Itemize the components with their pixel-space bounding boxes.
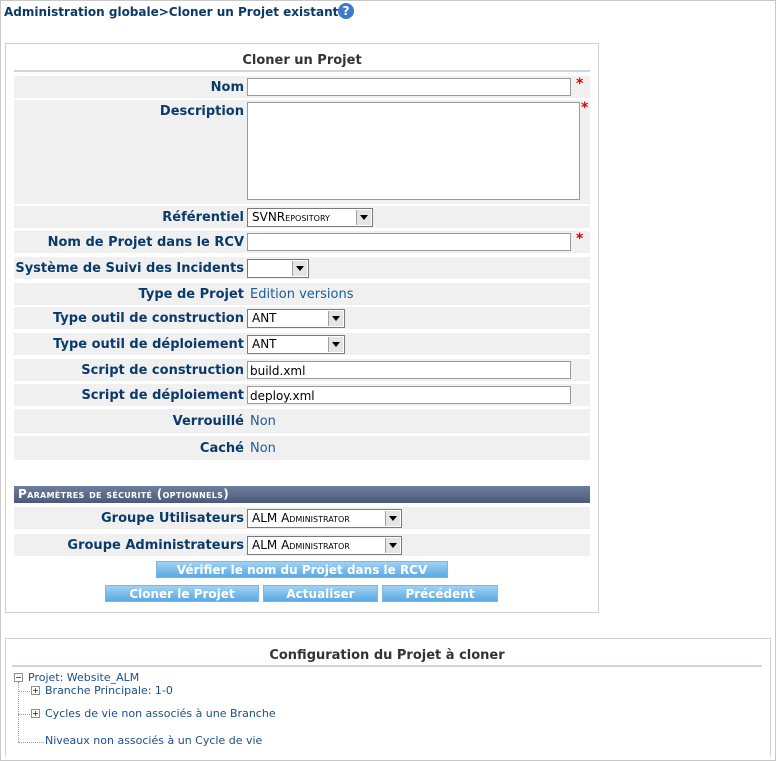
row-script-deploiement: Script de déploiement deploy.xml [14,384,590,406]
chevron-down-icon[interactable] [328,337,343,352]
groupe-admins-label: Groupe Administrateurs [67,538,244,553]
collapse-icon[interactable]: − [14,673,23,682]
outil-deploiement-label: Type outil de déploiement [53,337,244,352]
incidents-label: Système de Suivi des Incidents [15,261,244,276]
incidents-select[interactable] [247,259,309,278]
tree-line [18,742,44,743]
type-projet-value: Edition versions [250,287,354,302]
tree-item-cycles[interactable]: Cycles de vie non associés à une Branche [45,707,276,720]
chevron-down-icon[interactable] [328,311,343,326]
row-referentiel: Référentiel SVNRepository [14,206,590,228]
outil-construction-select[interactable]: ANT [247,309,345,328]
verrouille-label: Verrouillé [172,414,244,429]
groupe-utilisateurs-select[interactable]: ALM Administrator [247,509,402,528]
row-verrouille: Verrouillé Non [14,409,590,433]
cache-label: Caché [199,441,244,456]
type-projet-label: Type de Projet [138,287,244,302]
expand-icon[interactable]: + [31,686,40,695]
row-script-construction: Script de construction build.xml [14,359,590,381]
row-nom: Nom * [14,76,590,98]
rcv-input[interactable] [247,233,571,251]
security-header: Paramètres de sécurité (optionnels) [14,486,590,503]
chevron-down-icon[interactable] [385,538,400,553]
panel-title: Cloner un Projet [14,52,590,72]
required-mark: * [581,100,589,116]
config-panel: Configuration du Projet à cloner − Proje… [5,638,771,757]
referentiel-value: SVNRepository [252,210,330,224]
script-construction-input[interactable]: build.xml [247,361,571,379]
outil-construction-label: Type outil de construction [52,311,244,326]
refresh-button[interactable]: Actualiser [263,585,378,602]
row-groupe-utilisateurs: Groupe Utilisateurs ALM Administrator [14,507,590,529]
previous-button[interactable]: Précédent [382,585,498,602]
groupe-utilisateurs-value: ALM Administrator [252,511,350,525]
referentiel-label: Référentiel [162,210,244,225]
tree-root-project[interactable]: Projet: Website_ALM [28,671,139,684]
row-description: Description * [14,100,590,204]
breadcrumb[interactable]: Administration globale>Cloner un Projet … [4,5,338,19]
tree-item-niveaux[interactable]: Niveaux non associés à un Cycle de vie [45,734,262,747]
row-rcv: Nom de Projet dans le RCV * [14,231,590,253]
outil-construction-value: ANT [252,311,277,325]
script-deploiement-input[interactable]: deploy.xml [247,386,571,404]
verrouille-value: Non [250,414,276,429]
clone-project-panel: Cloner un Projet Nom * Description * Réf… [5,43,599,613]
row-groupe-admins: Groupe Administrateurs ALM Administrator [14,534,590,556]
groupe-admins-value: ALM Administrator [252,538,350,552]
script-construction-label: Script de construction [81,363,244,378]
description-label: Description [159,104,244,119]
cache-value: Non [250,441,276,456]
expand-icon[interactable]: + [31,709,40,718]
chevron-down-icon[interactable] [385,511,400,526]
script-deploiement-label: Script de déploiement [81,388,244,403]
row-cache: Caché Non [14,436,590,460]
tree-item-branche[interactable]: Branche Principale: 1-0 [45,684,173,697]
groupe-utilisateurs-label: Groupe Utilisateurs [101,511,244,526]
question-circle-icon[interactable]: ? [338,3,354,19]
description-textarea[interactable] [247,102,580,200]
row-incidents: Système de Suivi des Incidents [14,257,590,279]
verify-rcv-button[interactable]: Vérifier le nom du Projet dans le RCV [156,561,448,578]
config-title: Configuration du Projet à cloner [12,647,762,667]
outil-deploiement-select[interactable]: ANT [247,335,345,354]
row-outil-deploiement: Type outil de déploiement ANT [14,333,590,355]
nom-input[interactable] [247,78,571,96]
clone-project-button[interactable]: Cloner le Projet [105,585,259,602]
chevron-down-icon[interactable] [292,261,307,276]
row-type-projet: Type de Projet Edition versions [14,283,590,305]
nom-label: Nom [210,80,244,95]
rcv-label: Nom de Projet dans le RCV [47,235,244,250]
required-mark: * [576,76,584,92]
outil-deploiement-value: ANT [252,337,277,351]
required-mark: * [576,231,584,247]
chevron-down-icon[interactable] [356,210,371,225]
row-outil-construction: Type outil de construction ANT [14,307,590,329]
referentiel-select[interactable]: SVNRepository [247,208,373,227]
groupe-admins-select[interactable]: ALM Administrator [247,536,402,555]
